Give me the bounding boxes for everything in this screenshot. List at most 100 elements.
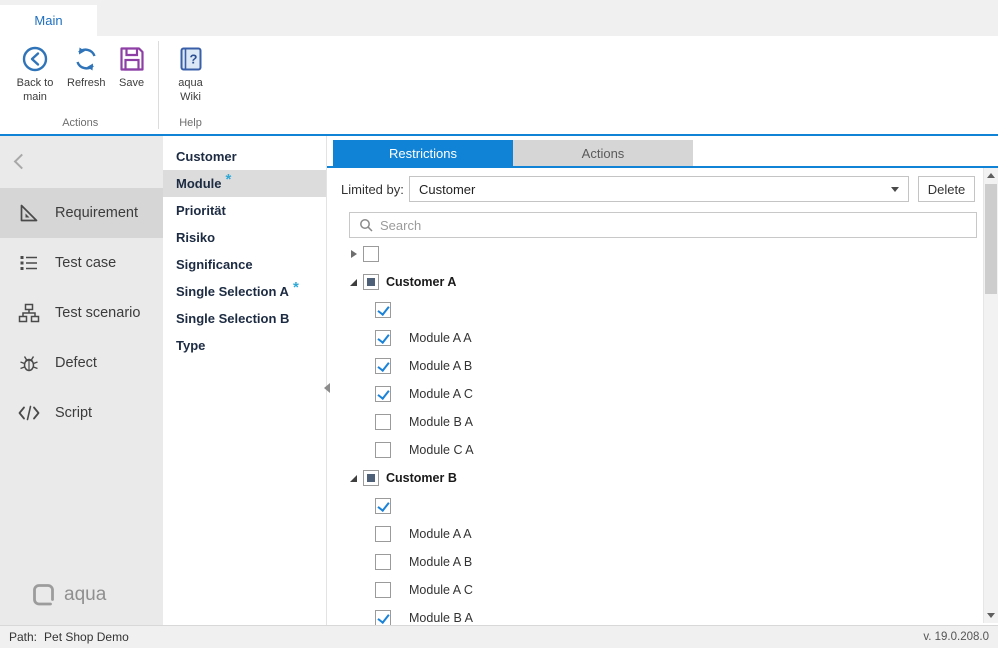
field-item-priorit-t[interactable]: Priorität bbox=[163, 197, 326, 224]
tree-checkbox[interactable] bbox=[363, 246, 379, 262]
tab-restrictions[interactable]: Restrictions bbox=[333, 140, 513, 166]
field-label: Module bbox=[176, 176, 222, 191]
tree-row-module-c-a[interactable]: Module C A bbox=[327, 436, 972, 464]
tree-row-customer-a[interactable]: Customer A bbox=[327, 268, 972, 296]
splitter-collapse-icon[interactable] bbox=[324, 383, 330, 393]
tree-expander-icon[interactable] bbox=[347, 275, 362, 290]
field-item-risiko[interactable]: Risiko bbox=[163, 224, 326, 251]
aqua-logo: aqua bbox=[32, 583, 106, 607]
tree-row-label: Module A B bbox=[409, 555, 472, 569]
vertical-scrollbar[interactable] bbox=[983, 168, 998, 623]
scrollbar-up-arrow[interactable] bbox=[984, 168, 998, 183]
tree-checkbox[interactable] bbox=[375, 302, 391, 318]
field-item-single-selection-a[interactable]: Single Selection A bbox=[163, 278, 326, 305]
chevron-down-icon[interactable] bbox=[891, 187, 899, 192]
scrollbar-thumb[interactable] bbox=[985, 184, 997, 294]
sidebar-item-test-case[interactable]: Test case bbox=[0, 238, 163, 288]
tree-expander-icon[interactable] bbox=[347, 471, 362, 486]
sidebar-item-requirement[interactable]: Requirement bbox=[0, 188, 163, 238]
field-label: Significance bbox=[176, 257, 253, 272]
tree-checkbox[interactable] bbox=[375, 442, 391, 458]
search-input[interactable] bbox=[380, 218, 967, 233]
script-icon bbox=[16, 402, 42, 424]
sidebar-item-label: Defect bbox=[55, 355, 97, 371]
requirement-icon bbox=[16, 202, 42, 224]
sidebar-collapse-button[interactable] bbox=[16, 154, 30, 168]
ribbon-button-label: Back to main bbox=[11, 77, 59, 105]
tree-checkbox[interactable] bbox=[375, 554, 391, 570]
tree-row-module-b-a[interactable]: Module B A bbox=[327, 604, 972, 625]
field-item-significance[interactable]: Significance bbox=[163, 251, 326, 278]
tree-checkbox[interactable] bbox=[375, 582, 391, 598]
defect-icon bbox=[16, 352, 42, 374]
tree-row-label: Customer A bbox=[386, 275, 456, 289]
tree-row[interactable] bbox=[327, 492, 972, 520]
tree-row-module-a-c[interactable]: Module A C bbox=[327, 576, 972, 604]
aqua-logo-icon bbox=[32, 583, 56, 607]
ribbon-groups: Back to main Refresh Save Actions ? aqua… bbox=[0, 36, 998, 134]
tree-checkbox[interactable] bbox=[375, 498, 391, 514]
tree-checkbox[interactable] bbox=[375, 526, 391, 542]
app-window: Main Back to main Refresh Save Actions ?… bbox=[0, 0, 998, 648]
field-item-single-selection-b[interactable]: Single Selection B bbox=[163, 305, 326, 332]
field-item-module[interactable]: Module bbox=[163, 170, 326, 197]
field-label: Single Selection A bbox=[176, 284, 289, 299]
wiki-icon: ? bbox=[176, 44, 206, 74]
tree-row-module-b-a[interactable]: Module B A bbox=[327, 408, 972, 436]
status-path-label: Path: bbox=[9, 630, 37, 644]
tree-expander-icon[interactable] bbox=[347, 247, 362, 262]
tree-row-module-a-b[interactable]: Module A B bbox=[327, 352, 972, 380]
scrollbar-down-arrow[interactable] bbox=[984, 608, 998, 623]
back-to-main-button[interactable]: Back to main bbox=[11, 40, 59, 105]
ribbon-group-actions: Back to main Refresh Save Actions bbox=[5, 36, 156, 134]
save-button[interactable]: Save bbox=[114, 40, 150, 91]
tree-row-module-a-b[interactable]: Module A B bbox=[327, 548, 972, 576]
field-label: Customer bbox=[176, 149, 237, 164]
ribbon-tab-main[interactable]: Main bbox=[0, 5, 97, 36]
sidebar-item-test-scenario[interactable]: Test scenario bbox=[0, 288, 163, 338]
field-list: Customer Module Priorität Risiko Signifi… bbox=[163, 136, 326, 625]
refresh-icon bbox=[71, 44, 101, 74]
tree-checkbox[interactable] bbox=[375, 330, 391, 346]
tree-row[interactable] bbox=[327, 240, 972, 268]
sidebar-item-script[interactable]: Script bbox=[0, 388, 163, 438]
sidebar-item-label: Test case bbox=[55, 255, 116, 271]
tree-checkbox[interactable] bbox=[375, 414, 391, 430]
field-item-type[interactable]: Type bbox=[163, 332, 326, 359]
restrictions-tree: Customer A Module A A Module A B Module … bbox=[327, 240, 972, 625]
ribbon-buttons: ? aqua Wiki bbox=[167, 40, 215, 105]
ribbon: Back to main Refresh Save Actions ? aqua… bbox=[0, 36, 998, 136]
tree-row[interactable] bbox=[327, 296, 972, 324]
delete-button[interactable]: Delete bbox=[918, 176, 975, 202]
sidebar-item-label: Test scenario bbox=[55, 305, 140, 321]
field-label: Type bbox=[176, 338, 205, 353]
search-box[interactable] bbox=[349, 212, 977, 238]
main-panel: RestrictionsActions Limited by: Customer… bbox=[326, 136, 998, 625]
sidebar: Requirement Test case Test scenario Defe… bbox=[0, 136, 163, 625]
ribbon-group-label: Help bbox=[167, 115, 215, 134]
test-scenario-icon bbox=[16, 302, 42, 324]
accent-line bbox=[327, 166, 998, 168]
field-item-customer[interactable]: Customer bbox=[163, 143, 326, 170]
aqua-wiki-button[interactable]: ? aqua Wiki bbox=[167, 40, 215, 105]
tree-checkbox[interactable] bbox=[375, 610, 391, 625]
tree-checkbox[interactable] bbox=[363, 274, 379, 290]
tree-checkbox[interactable] bbox=[375, 358, 391, 374]
tree-row-module-a-a[interactable]: Module A A bbox=[327, 520, 972, 548]
tab-actions[interactable]: Actions bbox=[513, 140, 693, 166]
tree-row-label: Module B A bbox=[409, 611, 473, 625]
save-icon bbox=[117, 44, 147, 74]
refresh-button[interactable]: Refresh bbox=[67, 40, 106, 91]
tree-row-customer-b[interactable]: Customer B bbox=[327, 464, 972, 492]
limited-by-dropdown[interactable]: Customer bbox=[409, 176, 909, 202]
sidebar-item-defect[interactable]: Defect bbox=[0, 338, 163, 388]
search-icon bbox=[359, 218, 373, 232]
ribbon-buttons: Back to main Refresh Save bbox=[11, 40, 150, 105]
tree-row-module-a-c[interactable]: Module A C bbox=[327, 380, 972, 408]
limited-by-row: Limited by: Customer Delete bbox=[341, 176, 975, 202]
aqua-logo-text: aqua bbox=[64, 584, 106, 606]
tree-row-module-a-a[interactable]: Module A A bbox=[327, 324, 972, 352]
tree-checkbox[interactable] bbox=[363, 470, 379, 486]
tree-row-label: Module C A bbox=[409, 443, 474, 457]
tree-checkbox[interactable] bbox=[375, 386, 391, 402]
